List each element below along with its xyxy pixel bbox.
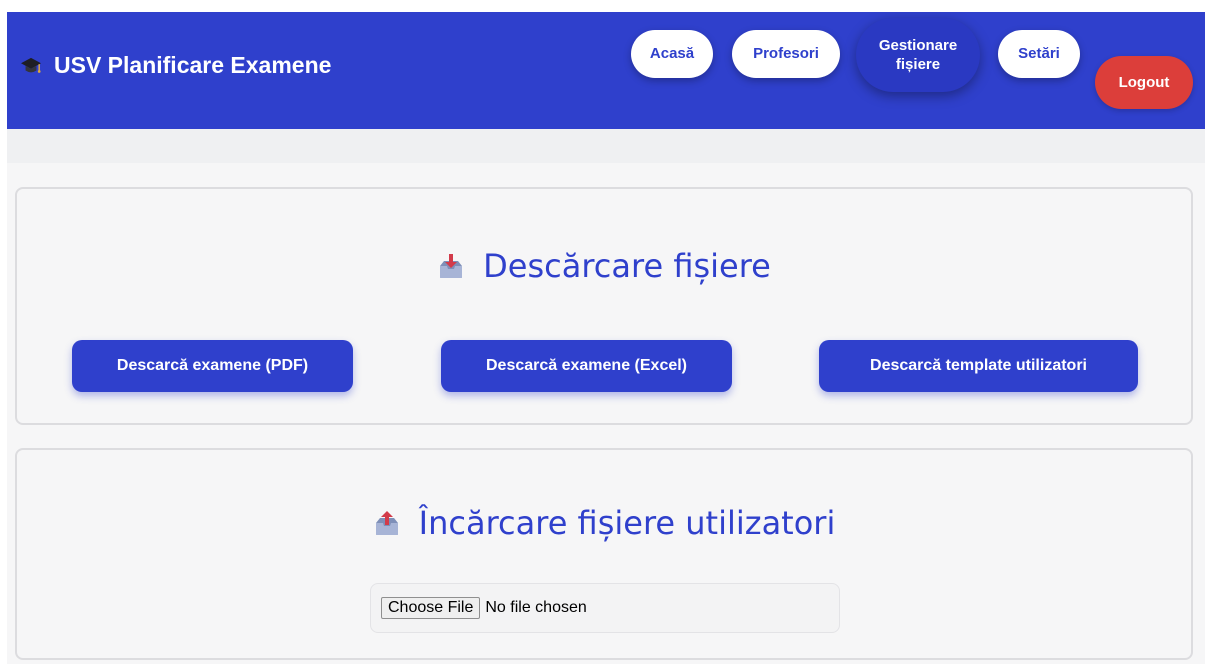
content-top-band — [7, 129, 1205, 163]
download-exams-excel-button[interactable]: Descarcă examene (Excel) — [441, 340, 732, 392]
top-navbar: USV Planificare Examene Acasă Profesori … — [7, 12, 1205, 129]
nav-acasa[interactable]: Acasă — [631, 30, 713, 78]
nav-setari[interactable]: Setări — [998, 30, 1080, 78]
download-users-template-button[interactable]: Descarcă template utilizatori — [819, 340, 1138, 392]
nav-profesori[interactable]: Profesori — [732, 30, 840, 78]
brand[interactable]: USV Planificare Examene — [20, 52, 331, 79]
app-frame: USV Planificare Examene Acasă Profesori … — [7, 12, 1205, 664]
inbox-tray-icon — [440, 254, 463, 278]
file-status-text: No file chosen — [485, 599, 587, 616]
download-section-title-row: Descărcare fișiere — [17, 247, 1191, 285]
upload-section-title-row: Încărcare fișiere utilizatori — [17, 504, 1191, 542]
graduation-cap-icon — [21, 57, 41, 73]
logout-button[interactable]: Logout — [1095, 56, 1193, 109]
outbox-tray-icon — [375, 511, 398, 535]
file-input[interactable]: Choose File No file chosen — [370, 583, 840, 633]
download-section: Descărcare fișiere Descarcă examene (PDF… — [15, 187, 1193, 425]
brand-title: USV Planificare Examene — [54, 52, 332, 78]
download-section-title: Descărcare fișiere — [483, 247, 771, 285]
choose-file-button[interactable]: Choose File — [381, 597, 481, 619]
download-exams-pdf-button[interactable]: Descarcă examene (PDF) — [72, 340, 353, 392]
nav-gestionare-fisiere[interactable]: Gestionare fișiere — [856, 18, 980, 92]
upload-section-title: Încărcare fișiere utilizatori — [418, 504, 836, 542]
upload-section: Încărcare fișiere utilizatori Choose Fil… — [15, 448, 1193, 660]
